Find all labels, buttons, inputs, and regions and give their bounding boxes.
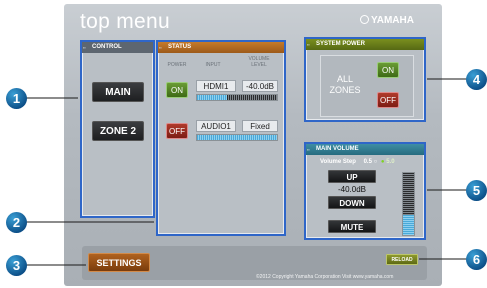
callout-5-badge: 5 — [466, 180, 487, 201]
callout-1-badge: 1 — [6, 88, 27, 109]
callout-2-badge: 2 — [6, 212, 27, 233]
callout-3-badge: 3 — [6, 255, 27, 276]
callout-6-badge: 6 — [466, 249, 487, 270]
callout-4-badge: 4 — [466, 69, 487, 90]
callout-leaders — [24, 78, 472, 266]
